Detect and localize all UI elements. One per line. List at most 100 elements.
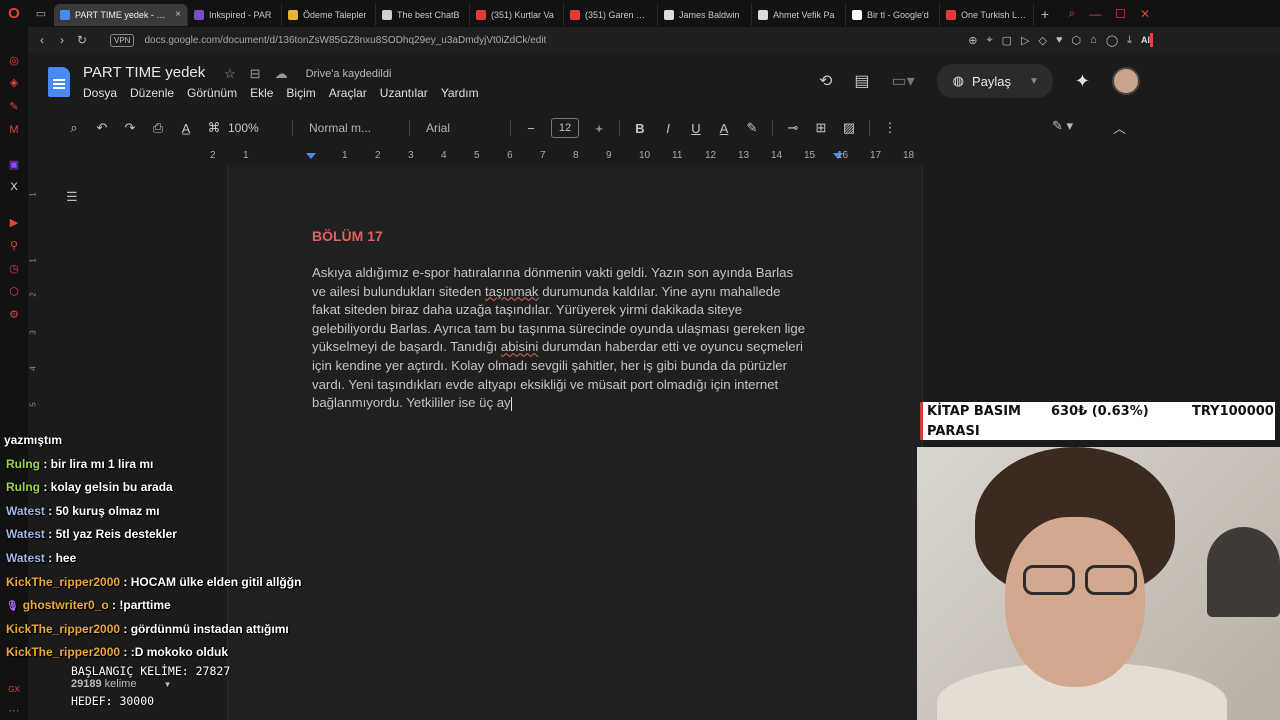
print-icon[interactable]: ⎙ bbox=[144, 120, 172, 136]
spellcheck-icon[interactable]: A̲ bbox=[172, 121, 200, 136]
menu-item[interactable]: Dosya bbox=[83, 86, 117, 100]
vpn-badge[interactable]: VPN bbox=[110, 33, 135, 47]
sidebar-x-icon[interactable]: X bbox=[7, 180, 21, 194]
highlight-icon[interactable]: ✎ bbox=[738, 120, 766, 136]
document-body[interactable]: Askıya aldığımız e-spor hatıralarına dön… bbox=[312, 264, 842, 413]
menu-item[interactable]: Araçlar bbox=[329, 86, 367, 100]
maximize-icon[interactable]: ☐ bbox=[1115, 7, 1126, 21]
insert-image-icon[interactable]: ▨ bbox=[835, 120, 863, 136]
sidebar-mail-icon[interactable]: M bbox=[7, 123, 21, 137]
paint-format-icon[interactable]: ⌘ bbox=[200, 120, 228, 136]
menu-item[interactable]: Yardım bbox=[441, 86, 479, 100]
sidebar-twitch-icon[interactable]: ▣ bbox=[7, 157, 21, 171]
horizontal-ruler: 2 1 1 2 3 4 5 6 7 8 9 10 11 12 13 14 15 16 17 18 bbox=[28, 150, 1150, 164]
search-menus-icon[interactable]: ⌕ bbox=[60, 120, 88, 136]
snapshot-icon[interactable]: ▢ bbox=[1002, 34, 1012, 47]
italic-icon[interactable]: I bbox=[654, 121, 682, 136]
text-color-icon[interactable]: A bbox=[710, 121, 738, 136]
docs-logo-icon[interactable] bbox=[48, 67, 70, 97]
tab-manager-icon[interactable]: ▭ bbox=[28, 0, 54, 27]
link-icon[interactable]: ⊸ bbox=[779, 120, 807, 136]
star-icon[interactable]: ☆ bbox=[224, 66, 236, 82]
meet-icon[interactable]: ▭▾ bbox=[891, 71, 914, 91]
cloud-saved-icon[interactable]: ☁ bbox=[275, 66, 288, 82]
undo-icon[interactable]: ↶ bbox=[88, 120, 116, 136]
zoom-select[interactable]: 100% bbox=[228, 121, 286, 135]
style-select[interactable]: Normal m... bbox=[299, 121, 403, 135]
redo-icon[interactable]: ↷ bbox=[116, 120, 144, 136]
gemini-icon[interactable]: ✦ bbox=[1075, 71, 1090, 92]
sidebar-extensions-icon[interactable]: ⬡ bbox=[7, 284, 21, 298]
menu-item[interactable]: Görünüm bbox=[187, 86, 237, 100]
increase-font-icon[interactable]: + bbox=[585, 121, 613, 136]
menu-item[interactable]: Uzantılar bbox=[380, 86, 428, 100]
bold-icon[interactable]: B bbox=[626, 121, 654, 136]
browser-tab[interactable]: PART TIME yedek - Google × bbox=[54, 3, 188, 26]
sidebar-more-icon[interactable]: ⋯ bbox=[7, 703, 21, 717]
back-icon[interactable]: ‹ bbox=[32, 33, 52, 47]
toolbar-divider bbox=[292, 120, 293, 136]
share-button[interactable]: ◍ Paylaş ▼ bbox=[936, 64, 1053, 98]
address-bar: ‹ › ↻ VPN docs.google.com/document/d/136… bbox=[28, 27, 1280, 53]
browser-tab[interactable]: (351) Kurtlar Va bbox=[470, 3, 564, 26]
underline-icon[interactable]: U bbox=[682, 121, 710, 136]
document-page[interactable]: BÖLÜM 17 Askıya aldığımız e-spor hatıral… bbox=[227, 165, 923, 720]
more-options-icon[interactable]: ⋮ bbox=[876, 120, 904, 136]
sidebar-edit-icon[interactable]: ✎ bbox=[7, 99, 21, 113]
browser-tab[interactable]: James Baldwin bbox=[658, 3, 752, 26]
download-icon[interactable]: ⤓ bbox=[1127, 34, 1132, 47]
extensions-icon[interactable]: ⬡ bbox=[1072, 34, 1082, 47]
cube-icon[interactable]: ◇ bbox=[1039, 34, 1047, 47]
sidebar-pin-icon[interactable]: ⚲ bbox=[7, 238, 21, 252]
browser-tab[interactable]: Bir tl - Google'd bbox=[846, 3, 940, 26]
menu-item[interactable]: Ekle bbox=[250, 86, 273, 100]
heart-icon[interactable]: ♥ bbox=[1056, 34, 1063, 46]
ai-button[interactable]: AI bbox=[1141, 35, 1150, 45]
document-title[interactable]: PART TIME yedek bbox=[83, 64, 205, 81]
browser-tab[interactable]: Ahmet Vefik Pa bbox=[752, 3, 846, 26]
profile-icon[interactable]: ◯ bbox=[1106, 34, 1118, 47]
opera-logo-icon[interactable]: O bbox=[0, 0, 28, 27]
add-comment-icon[interactable]: ⊞ bbox=[807, 120, 835, 136]
avatar[interactable] bbox=[1112, 67, 1140, 95]
reload-icon[interactable]: ↻ bbox=[72, 33, 92, 47]
chapter-heading: BÖLÜM 17 bbox=[312, 228, 383, 244]
sidebar-bookmark-icon[interactable]: ◈ bbox=[7, 75, 21, 89]
browser-tab[interactable]: Ödeme Talepler bbox=[282, 3, 376, 26]
sidebar-history-icon[interactable]: ◷ bbox=[7, 261, 21, 275]
move-folder-icon[interactable]: ⊟ bbox=[250, 66, 261, 82]
decrease-font-icon[interactable]: − bbox=[517, 121, 545, 136]
sidebar-gx-icon[interactable]: GX bbox=[7, 682, 21, 696]
browser-tab[interactable]: One Turkish Lira bbox=[940, 3, 1034, 26]
close-icon[interactable]: ✕ bbox=[1140, 7, 1150, 21]
word-count-dropdown-icon[interactable]: ▼ bbox=[164, 680, 172, 689]
sidebar-settings-icon[interactable]: ⚙ bbox=[7, 307, 21, 321]
search-icon[interactable]: ⌕ bbox=[1068, 6, 1075, 21]
comments-icon[interactable]: ▤ bbox=[854, 71, 869, 91]
minimize-icon[interactable]: — bbox=[1089, 7, 1101, 21]
menu-item[interactable]: Biçim bbox=[286, 86, 315, 100]
collapse-toolbar-icon[interactable]: ︿ bbox=[1113, 118, 1126, 137]
word-count-badge[interactable]: 29189 kelime ▼ bbox=[71, 678, 171, 690]
wallet-icon[interactable]: ⌂ bbox=[1090, 34, 1097, 46]
tab-close-icon[interactable]: × bbox=[175, 9, 181, 20]
font-size-input[interactable]: 12 bbox=[551, 118, 579, 138]
font-select[interactable]: Arial bbox=[416, 121, 504, 135]
forward-icon[interactable]: › bbox=[52, 33, 72, 47]
url-field[interactable]: docs.google.com/document/d/136tonZsW85GZ… bbox=[144, 35, 546, 46]
new-tab-button[interactable]: + bbox=[1034, 6, 1056, 22]
left-indent-marker[interactable] bbox=[306, 153, 316, 159]
browser-tab[interactable]: Inkspired - PAR bbox=[188, 3, 282, 26]
pin-icon[interactable]: ⌖ bbox=[986, 34, 992, 47]
player-icon[interactable]: ▷ bbox=[1021, 34, 1029, 47]
menu-item[interactable]: Düzenle bbox=[130, 86, 174, 100]
zoom-icon[interactable]: ⊕ bbox=[968, 34, 977, 47]
browser-tab[interactable]: (351) Garen Ron bbox=[564, 3, 658, 26]
document-outline-icon[interactable]: ☰ bbox=[66, 189, 78, 205]
version-history-icon[interactable]: ⟲ bbox=[819, 71, 832, 91]
sidebar-player-icon[interactable]: ▶ bbox=[7, 215, 21, 229]
sidebar-aria-icon[interactable]: ◎ bbox=[7, 53, 21, 67]
share-dropdown-icon[interactable]: ▼ bbox=[1029, 76, 1039, 87]
browser-tab[interactable]: The best ChatB bbox=[376, 3, 470, 26]
editing-mode-icon[interactable]: ✎ ▾ bbox=[1052, 118, 1073, 137]
